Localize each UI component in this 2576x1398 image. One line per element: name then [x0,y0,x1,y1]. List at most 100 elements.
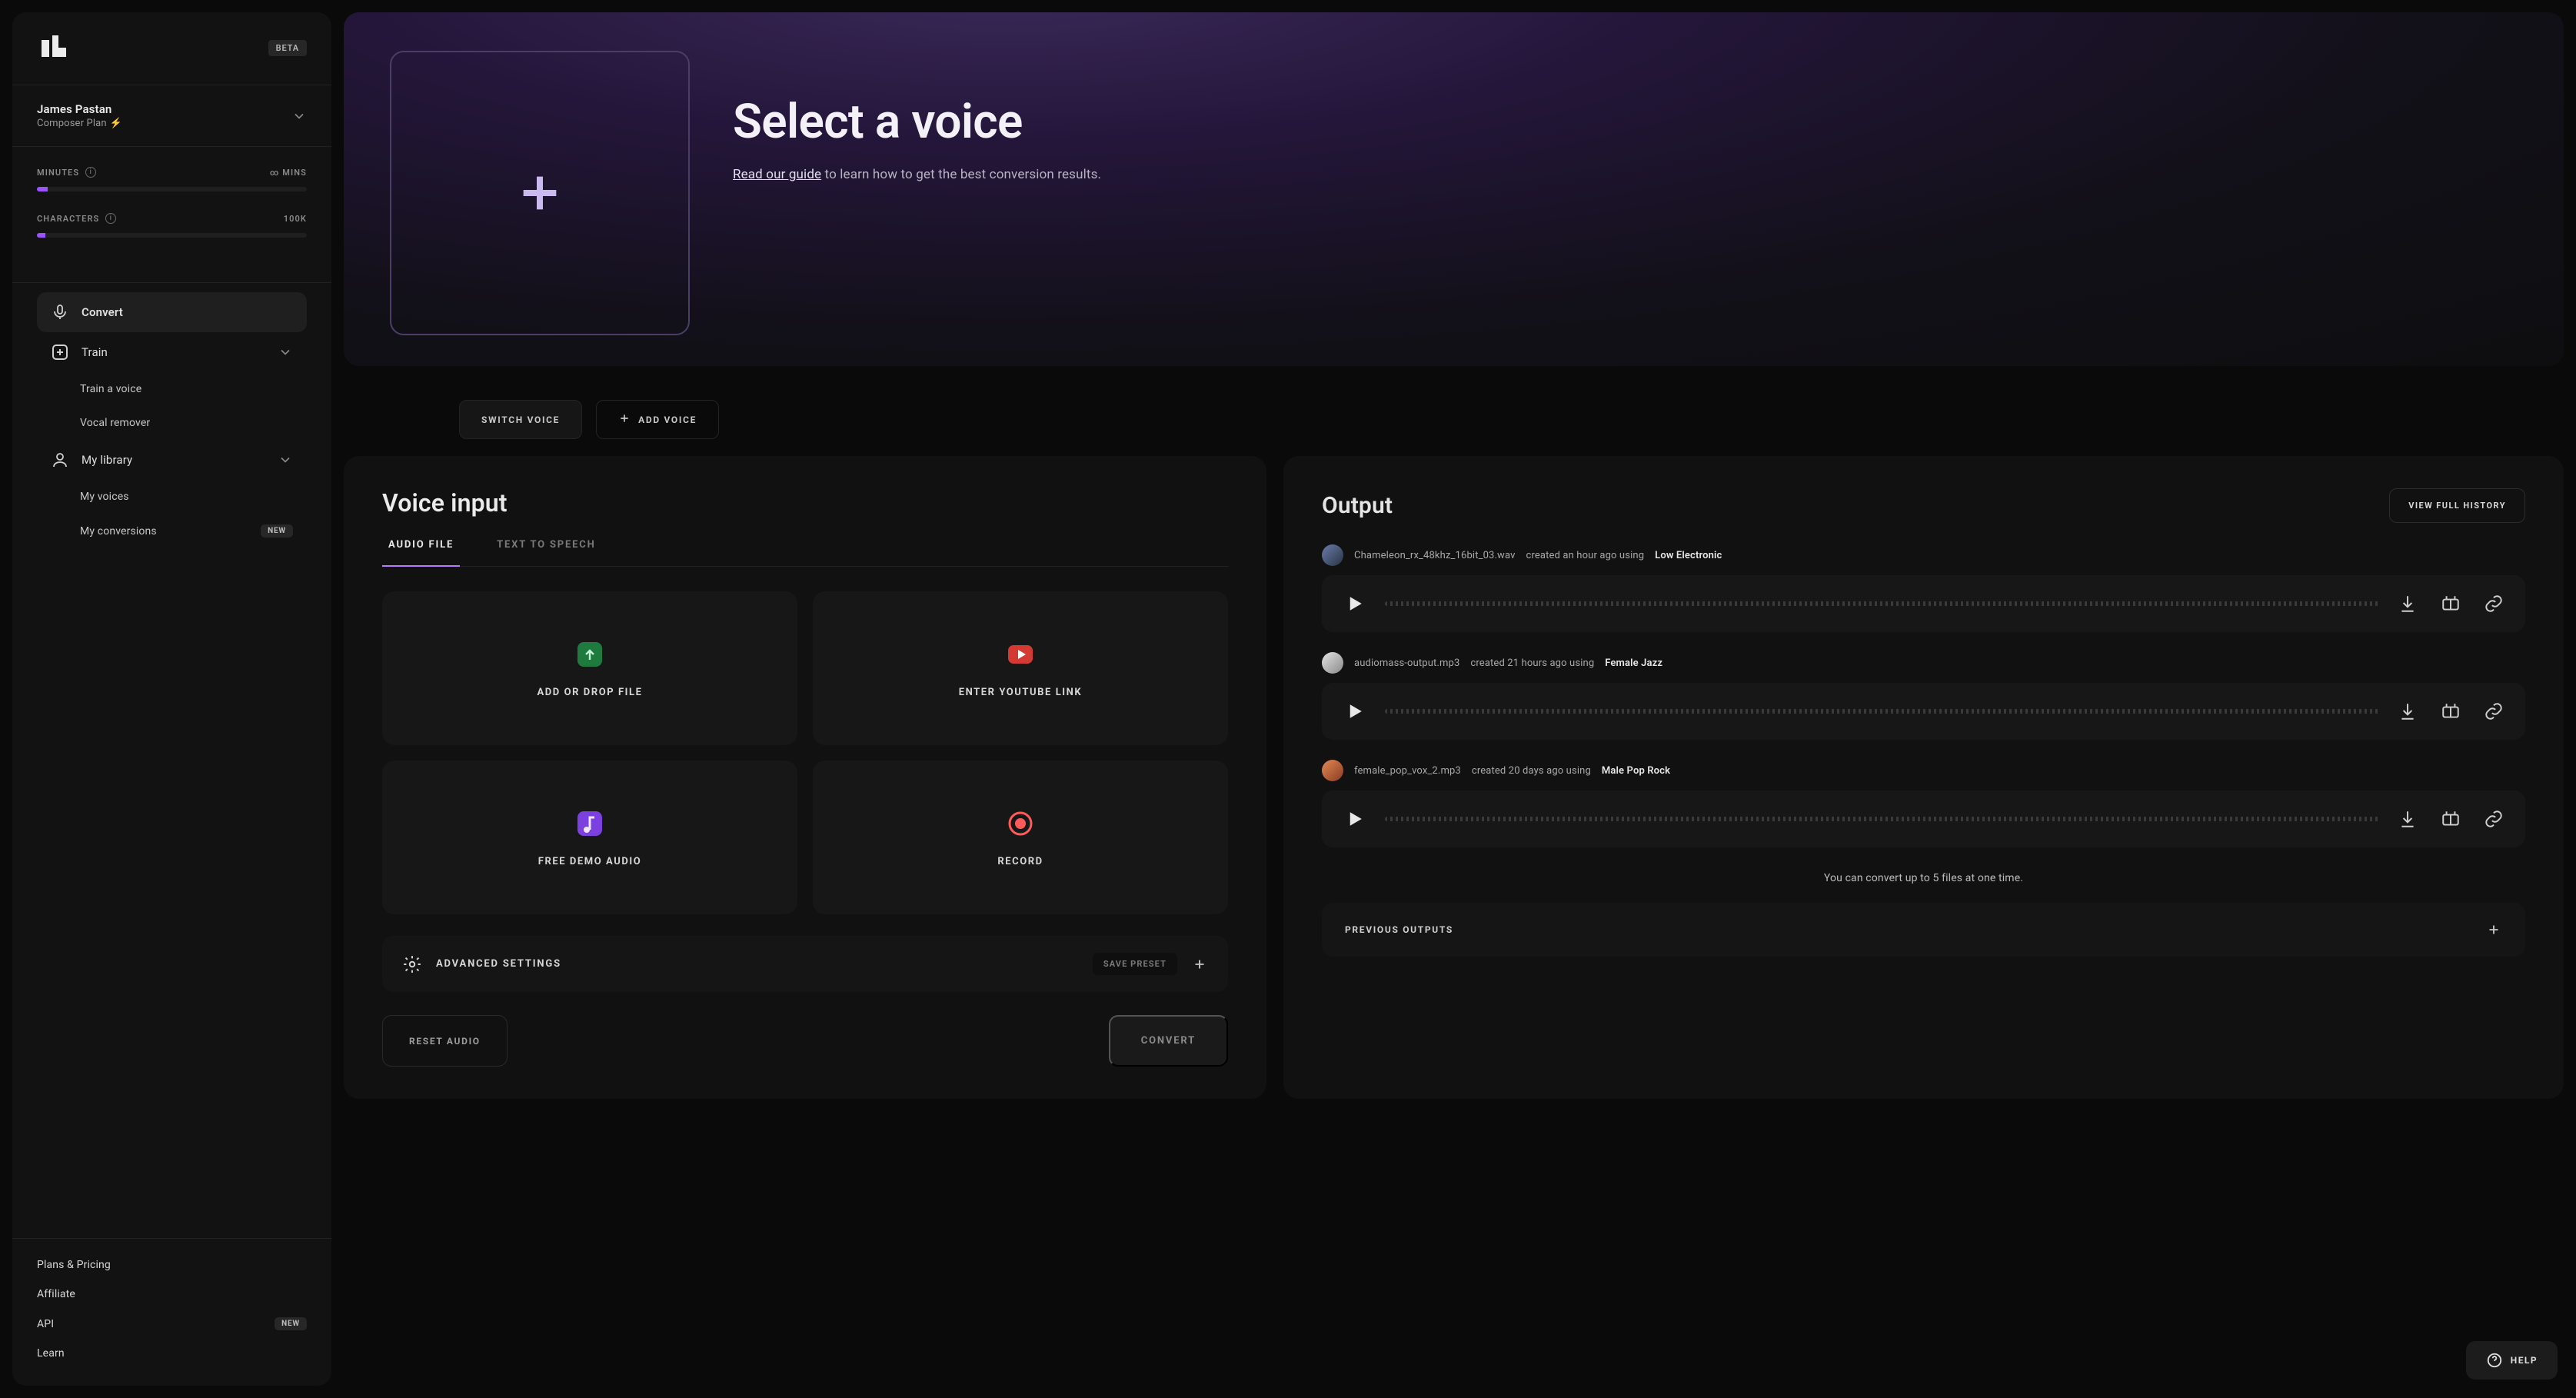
add-voice-tile[interactable] [390,51,690,335]
help-icon [2486,1352,2503,1369]
music-note-icon [574,808,605,839]
hero-title: Select a voice [733,94,1101,150]
primary-nav: Convert Train Train a voice Vocal remove… [37,283,307,1238]
output-filename: female_pop_vox_2.mp3 [1354,765,1461,777]
link-learn[interactable]: Learn [37,1347,307,1360]
waveform[interactable] [1385,817,2379,821]
previous-outputs-row[interactable]: PREVIOUS OUTPUTS [1322,903,2525,957]
expand-icon [2485,921,2502,938]
voice-input-title: Voice input [382,488,1228,518]
plus-icon [515,168,564,218]
main: Select a voice Read our guide to learn h… [344,12,2564,1386]
output-item: audiomass-output.mp3 created 21 hours ag… [1322,652,2525,740]
minutes-label: MINUTES [37,168,79,178]
output-filename: audiomass-output.mp3 [1354,657,1459,669]
advanced-settings-row[interactable]: ADVANCED SETTINGS SAVE PRESET [382,936,1228,992]
upload-icon [574,639,605,670]
characters-label: CHARACTERS [37,214,99,224]
beta-badge: BETA [268,40,307,56]
link-icon[interactable] [2484,701,2504,721]
output-item: female_pop_vox_2.mp3 created 20 days ago… [1322,760,2525,847]
expand-icon[interactable] [1191,956,1208,973]
output-title: Output [1322,492,1393,519]
app-logo [37,34,71,62]
youtube-icon [1005,639,1036,670]
output-panel: Output VIEW FULL HISTORY Chameleon_rx_48… [1283,456,2564,1099]
tab-audio-file[interactable]: AUDIO FILE [382,539,460,566]
minutes-meter [37,187,307,191]
tab-text-to-speech[interactable]: TEXT TO SPEECH [491,539,601,566]
download-icon[interactable] [2398,809,2418,829]
nav-my-conversions[interactable]: My conversions NEW [37,514,307,548]
voice-input-panel: Voice input AUDIO FILE TEXT TO SPEECH AD… [344,456,1266,1099]
tile-add-file[interactable]: ADD OR DROP FILE [382,591,797,745]
tile-demo-audio[interactable]: FREE DEMO AUDIO [382,761,797,914]
output-item: Chameleon_rx_48khz_16bit_03.wav created … [1322,544,2525,632]
waveform[interactable] [1385,709,2379,714]
nav-my-voices[interactable]: My voices [37,480,307,514]
minutes-value: ∞ MINS [270,168,307,178]
nav-library[interactable]: My library [37,440,307,480]
new-badge: NEW [275,1317,307,1330]
chevron-down-icon [291,108,307,124]
timeline-icon[interactable] [2441,809,2461,829]
audio-player [1322,575,2525,632]
waveform[interactable] [1385,601,2379,606]
user-name: James Pastan [37,102,122,116]
bolt-icon: ⚡ [110,118,122,129]
nav-train-voice[interactable]: Train a voice [37,372,307,406]
view-history-button[interactable]: VIEW FULL HISTORY [2389,488,2525,523]
convert-button[interactable]: CONVERT [1109,1015,1228,1067]
info-icon[interactable]: i [85,167,96,178]
limit-note: You can convert up to 5 files at one tim… [1322,872,2525,884]
link-icon[interactable] [2484,594,2504,614]
timeline-icon[interactable] [2441,594,2461,614]
output-model: Male Pop Rock [1602,765,1670,777]
user-menu[interactable]: James Pastan Composer Plan⚡ [37,85,307,146]
tile-record[interactable]: RECORD [813,761,1228,914]
plus-icon [618,412,631,427]
nav-train[interactable]: Train [37,332,307,372]
info-icon[interactable]: i [105,213,116,224]
nav-convert[interactable]: Convert [37,292,307,332]
link-plans[interactable]: Plans & Pricing [37,1259,307,1271]
switch-voice-button[interactable]: SWITCH VOICE [459,400,582,439]
avatar [1322,652,1343,674]
download-icon[interactable] [2398,701,2418,721]
hero-subtitle: Read our guide to learn how to get the b… [733,167,1101,182]
sidebar: BETA James Pastan Composer Plan⚡ MINUTES… [12,12,331,1386]
output-model: Female Jazz [1605,657,1662,669]
characters-value: 100K [284,214,307,224]
play-button[interactable] [1343,592,1366,615]
download-icon[interactable] [2398,594,2418,614]
output-model: Low Electronic [1655,550,1722,561]
person-icon [51,451,69,469]
characters-meter [37,233,307,238]
avatar [1322,544,1343,566]
chevron-down-icon [278,452,293,468]
mic-icon [51,303,69,321]
audio-player [1322,683,2525,740]
output-filename: Chameleon_rx_48khz_16bit_03.wav [1354,550,1516,561]
hero: Select a voice Read our guide to learn h… [344,12,2564,366]
gear-icon [402,954,422,974]
audio-player [1322,791,2525,847]
timeline-icon[interactable] [2441,701,2461,721]
link-icon[interactable] [2484,809,2504,829]
tile-youtube[interactable]: ENTER YOUTUBE LINK [813,591,1228,745]
play-button[interactable] [1343,807,1366,830]
save-preset-button[interactable]: SAVE PRESET [1093,953,1177,975]
play-button[interactable] [1343,700,1366,723]
nav-vocal-remover[interactable]: Vocal remover [37,406,307,440]
link-api[interactable]: APINEW [37,1317,307,1330]
guide-link[interactable]: Read our guide [733,167,821,182]
help-button[interactable]: HELP [2466,1341,2558,1380]
record-icon [1005,808,1036,839]
link-affiliate[interactable]: Affiliate [37,1288,307,1300]
new-badge: NEW [261,524,293,538]
plus-square-icon [51,343,69,361]
user-plan: Composer Plan⚡ [37,118,122,129]
add-voice-button[interactable]: ADD VOICE [596,400,719,439]
chevron-down-icon [278,345,293,360]
reset-audio-button[interactable]: RESET AUDIO [382,1015,508,1067]
